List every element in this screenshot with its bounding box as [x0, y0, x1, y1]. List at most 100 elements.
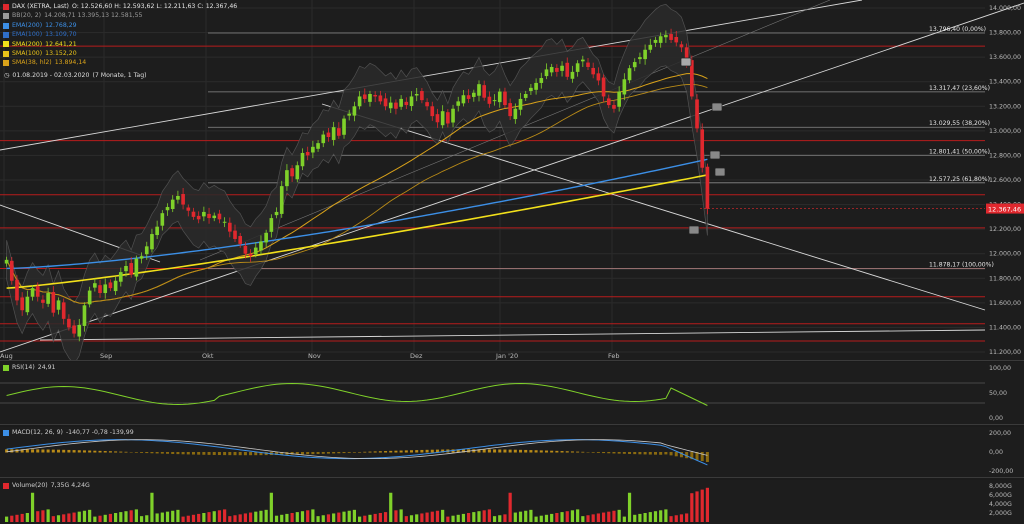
candle-body — [544, 69, 549, 77]
volume-bar — [124, 511, 128, 522]
macd-tick-label: -200,00 — [989, 468, 1013, 475]
candle-body — [243, 245, 248, 254]
macd-histogram-bar — [67, 449, 71, 453]
candle-body — [217, 213, 222, 220]
candle-body — [404, 101, 409, 106]
macd-histogram-bar — [243, 452, 247, 456]
volume-bar — [596, 513, 600, 522]
volume-bar — [93, 516, 97, 522]
candle-body — [560, 65, 564, 71]
rsi-svg[interactable]: 100,00 50,00 0,00 — [0, 362, 1024, 424]
volume-bar — [20, 513, 24, 522]
candle-body — [72, 325, 76, 334]
volume-bar — [415, 514, 419, 522]
volume-bar — [690, 493, 694, 522]
legend-label: EMA(200) — [12, 21, 43, 29]
volume-panel[interactable]: Volume(20) 7,35G 4,24G 8,000G 6,000G 4,000… — [0, 480, 1024, 524]
volume-legend: Volume(20) 7,35G 4,24G — [3, 482, 90, 489]
volume-bar — [41, 510, 45, 522]
volume-svg[interactable]: 8,000G 6,000G 4,000G 2,000G — [0, 480, 1024, 524]
candle-body — [150, 234, 154, 250]
rsi-panel[interactable]: RSI(14) 24,91 100,00 50,00 0,00 — [0, 362, 1024, 425]
fib-level-label: 11.878,17 (100,00%) — [929, 262, 994, 269]
y-tick-label: 13.200,00 — [989, 103, 1021, 110]
volume-bar — [150, 492, 154, 522]
candle-body — [362, 94, 367, 99]
volume-bar — [212, 511, 216, 522]
candle-body — [202, 211, 206, 217]
x-tick-label: Nov — [308, 352, 321, 360]
volume-bar — [77, 511, 81, 522]
candle-body — [170, 199, 175, 209]
period-info: ◷ 01.08.2019 - 02.03.2020 (7 Monate, 1 T… — [4, 72, 147, 79]
instrument-swatch-icon — [3, 3, 9, 10]
candle-body — [456, 101, 461, 106]
volume-bar — [295, 512, 299, 522]
candle-body — [30, 288, 35, 297]
candle-body — [222, 221, 227, 223]
period-note: (7 Monate, 1 Tag) — [92, 72, 147, 79]
volume-bar — [581, 516, 585, 522]
macd-histogram-bar — [41, 449, 45, 453]
candle-body — [98, 285, 102, 294]
candle-body — [482, 85, 487, 98]
candle-body — [269, 218, 274, 232]
macd-svg[interactable]: 200,00 0,00 -200,00 — [0, 427, 1024, 477]
macd-histogram-bar — [108, 451, 112, 453]
volume-bar — [129, 510, 133, 522]
volume-bar — [4, 516, 9, 522]
volume-bar — [56, 515, 61, 522]
candle-body — [290, 168, 294, 177]
volume-bar — [233, 515, 237, 522]
candle-body — [4, 259, 9, 264]
candle-body — [627, 68, 632, 81]
x-tick-label: Okt — [202, 352, 214, 360]
macd-histogram-bar — [129, 452, 133, 453]
volume-bar — [290, 513, 294, 522]
volume-bar — [472, 512, 476, 522]
macd-histogram-bar — [223, 452, 227, 456]
y-tick-label: 13.400,00 — [989, 79, 1021, 86]
candle-body — [285, 170, 289, 187]
volume-bar — [607, 511, 611, 522]
candle-body — [632, 62, 637, 68]
ema200-line — [6, 158, 708, 270]
candle-body — [82, 305, 87, 326]
candle-body — [181, 194, 185, 205]
legend-label: SMA(100) — [12, 50, 43, 58]
macd-histogram-bar — [254, 452, 258, 456]
candle-body — [196, 215, 201, 220]
macd-panel[interactable]: MACD(12, 26, 9) -140,77 -0,78 -139,99 20… — [0, 427, 1024, 478]
macd-histogram-bar — [134, 452, 138, 453]
volume-bar — [139, 516, 144, 522]
candle-body — [87, 290, 92, 305]
macd-histogram-bar — [72, 450, 76, 453]
volume-bar — [269, 492, 273, 522]
rsi-tick-label: 0,00 — [989, 415, 1003, 422]
candle-body — [77, 324, 82, 337]
candle-body — [658, 36, 663, 43]
candle-body — [25, 296, 30, 313]
fib-level-label: 13.317,47 (23,60%) — [929, 85, 990, 92]
macd-histogram-bar — [145, 452, 149, 454]
legend-value: 12.768,29 — [45, 21, 77, 29]
volume-bar — [347, 510, 351, 522]
volume-bar — [550, 513, 554, 522]
candle-body — [529, 87, 533, 92]
candle-body — [41, 299, 45, 303]
volume-bar — [238, 514, 242, 522]
macd-values: -140,77 -0,78 -139,99 — [65, 429, 134, 436]
legend-label: SMA(200) — [12, 40, 43, 48]
price-chart-panel[interactable]: DAX (XETRA, Last) O: 12.526,60 H: 12.593… — [0, 0, 1024, 361]
volume-bar — [601, 512, 606, 522]
candle-body — [653, 39, 658, 43]
macd-signal-line — [6, 439, 708, 460]
volume-bar — [36, 511, 40, 522]
candle-body — [113, 280, 118, 292]
candle-body — [300, 152, 305, 167]
volume-bar — [98, 515, 102, 522]
macd-histogram-bar — [186, 452, 190, 455]
macd-histogram-bar — [674, 452, 678, 457]
candle-body — [279, 186, 284, 214]
macd-histogram-bar — [238, 452, 242, 456]
